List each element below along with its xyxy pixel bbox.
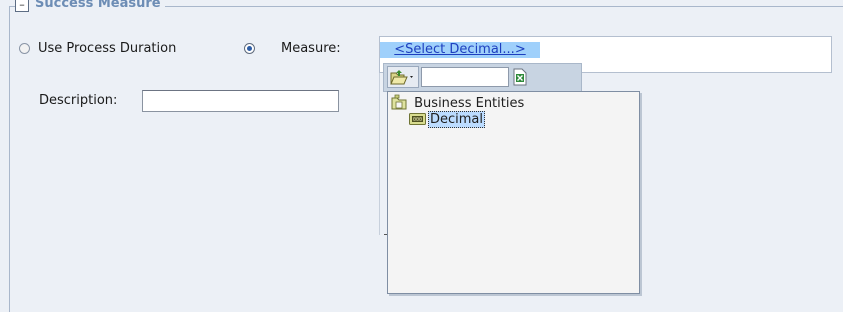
excel-icon — [513, 68, 527, 86]
section-border-top — [156, 6, 843, 7]
tree-node-decimal-icon-wrap: 000 — [409, 112, 426, 130]
business-entities-folder-icon — [391, 94, 407, 110]
select-decimal-link[interactable]: <Select Decimal...> — [380, 42, 540, 58]
export-excel-button[interactable] — [512, 68, 528, 90]
measure-radio[interactable] — [244, 43, 255, 54]
measure-label: Measure: — [281, 41, 341, 56]
measure-field-edge — [379, 73, 380, 235]
svg-text:000: 000 — [413, 117, 422, 123]
section-legend: Success Measure — [35, 0, 165, 11]
section-border-left — [9, 6, 10, 312]
use-process-duration-radio[interactable] — [19, 43, 30, 54]
decimal-type-icon: 000 — [409, 113, 426, 125]
collapse-section-button[interactable]: – — [15, 0, 29, 12]
tree-node-decimal[interactable]: Decimal — [428, 111, 486, 128]
use-process-duration-label[interactable]: Use Process Duration — [38, 41, 176, 56]
folder-menu-button[interactable] — [387, 66, 419, 88]
tree-node-business-entities[interactable]: Business Entities — [390, 94, 524, 111]
description-label: Description: — [39, 93, 118, 108]
description-input[interactable] — [142, 90, 339, 112]
tree-node-label: Business Entities — [414, 96, 525, 111]
picker-search-input[interactable] — [421, 67, 509, 87]
open-folder-icon — [390, 70, 413, 85]
